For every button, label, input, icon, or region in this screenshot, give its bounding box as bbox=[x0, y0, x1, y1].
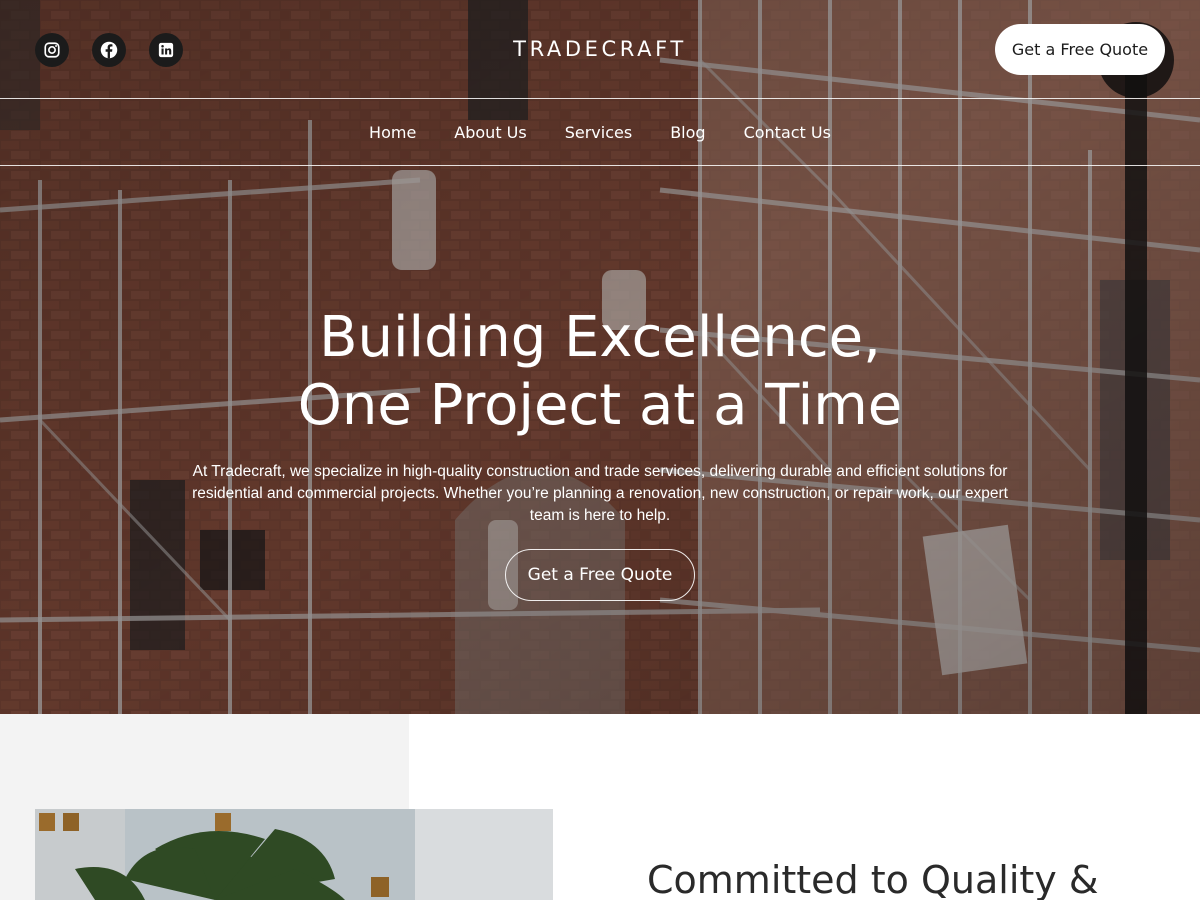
site-header: TRADECRAFT Get a Free Quote bbox=[0, 0, 1200, 99]
hero-description: At Tradecraft, we specialize in high-qua… bbox=[192, 463, 1008, 524]
nav-item-blog[interactable]: Blog bbox=[670, 123, 705, 142]
about-photo bbox=[35, 809, 553, 900]
hero-quote-button[interactable]: Get a Free Quote bbox=[505, 549, 695, 601]
logo-text: TRADECRAFT bbox=[513, 37, 687, 61]
header-quote-button[interactable]: Get a Free Quote bbox=[995, 24, 1165, 75]
nav-item-services[interactable]: Services bbox=[565, 123, 632, 142]
hero-title-line-1: Building Excellence, bbox=[319, 305, 881, 370]
hero-title: Building Excellence, One Project at a Ti… bbox=[0, 304, 1200, 440]
nav-item-contact-us[interactable]: Contact Us bbox=[744, 123, 831, 142]
nav-item-about-us[interactable]: About Us bbox=[454, 123, 526, 142]
nav-item-home[interactable]: Home bbox=[369, 123, 416, 142]
about-heading: Committed to Quality & bbox=[647, 858, 1099, 900]
hero-section: TRADECRAFT Get a Free Quote Home About U… bbox=[0, 0, 1200, 714]
hero-title-line-2: One Project at a Time bbox=[297, 373, 903, 438]
main-navigation: Home About Us Services Blog Contact Us bbox=[0, 100, 1200, 166]
